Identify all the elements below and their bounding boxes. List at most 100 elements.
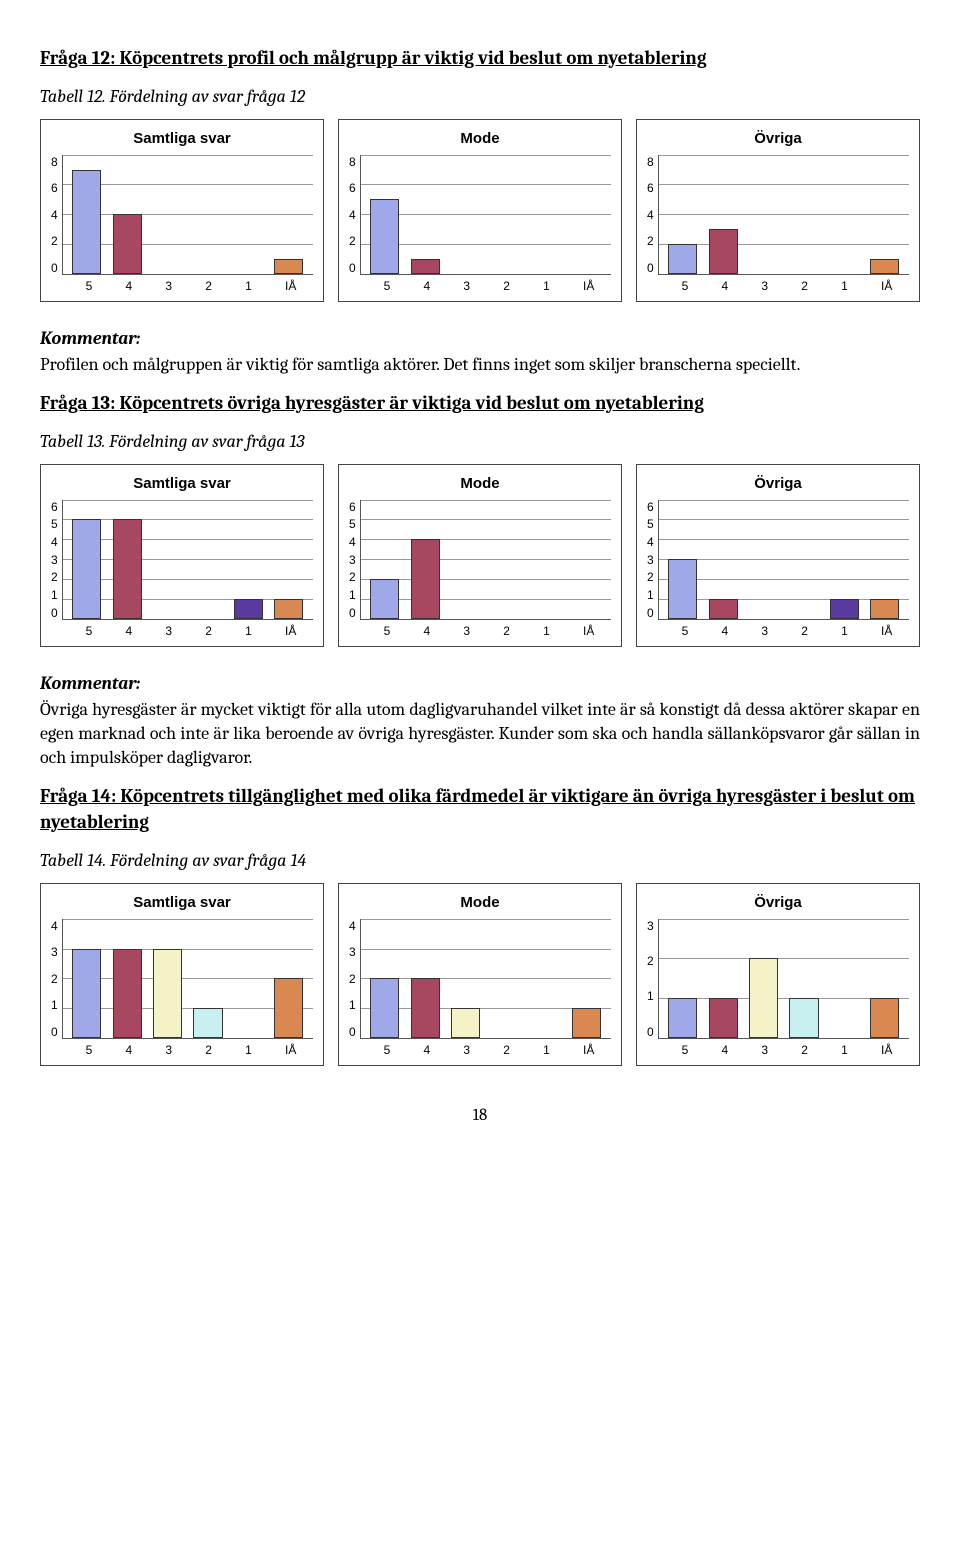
x-axis: 54321IÅ <box>51 1043 313 1057</box>
plot-area <box>62 500 313 620</box>
y-tick-label: 5 <box>51 517 58 531</box>
y-axis: 6543210 <box>647 500 658 620</box>
plot-area <box>658 155 909 275</box>
y-tick-label: 2 <box>51 234 58 248</box>
y-tick-label: 8 <box>51 155 58 169</box>
bar <box>274 599 303 619</box>
chart-14-ovriga: Övriga 3210 54321IÅ <box>636 883 920 1066</box>
y-tick-label: 2 <box>349 972 356 986</box>
x-tick-label: 5 <box>86 624 93 638</box>
charts-row-13: Samtliga svar 6543210 54321IÅ Mode 65432… <box>40 464 920 647</box>
bar <box>113 519 142 618</box>
y-tick-label: 0 <box>349 606 356 620</box>
x-tick-label: IÅ <box>285 1043 296 1057</box>
kommentar-13-text: Övriga hyresgäster är mycket viktigt för… <box>40 698 920 771</box>
x-tick-label: 2 <box>801 1043 808 1057</box>
x-axis: 54321IÅ <box>349 624 611 638</box>
bar <box>153 949 182 1038</box>
x-tick-label: 5 <box>86 279 93 293</box>
x-axis: 5 4 3 2 1 IÅ <box>51 279 313 293</box>
y-tick-label: 4 <box>349 919 356 933</box>
y-tick-label: 1 <box>51 998 58 1012</box>
x-tick-label: 3 <box>463 1043 470 1057</box>
y-tick-label: 3 <box>51 553 58 567</box>
table-13-caption: Tabell 13. Fördelning av svar fråga 13 <box>40 431 920 452</box>
y-tick-label: 0 <box>51 261 58 275</box>
x-tick-label: 4 <box>125 624 132 638</box>
y-axis: 43210 <box>51 919 62 1039</box>
bar <box>113 949 142 1038</box>
bar <box>668 998 697 1038</box>
x-tick-label: 4 <box>125 279 132 293</box>
bar <box>113 214 142 274</box>
y-tick-label: 0 <box>349 1025 356 1039</box>
chart-title: Övriga <box>647 475 909 492</box>
bar <box>709 229 738 274</box>
x-axis: 54321IÅ <box>647 279 909 293</box>
y-tick-label: 3 <box>51 945 58 959</box>
bar <box>274 259 303 274</box>
x-tick-label: 2 <box>801 624 808 638</box>
x-tick-label: IÅ <box>285 279 296 293</box>
question-12-heading: Fråga 12: Köpcentrets profil och målgrup… <box>40 46 920 72</box>
bar <box>709 998 738 1038</box>
bars-container <box>361 155 611 274</box>
x-tick-label: 5 <box>86 1043 93 1057</box>
bar <box>370 978 399 1038</box>
x-tick-label: IÅ <box>881 279 892 293</box>
x-tick-label: 3 <box>761 624 768 638</box>
x-tick-label: 2 <box>205 279 212 293</box>
y-tick-label: 0 <box>647 261 654 275</box>
x-tick-label: 4 <box>423 1043 430 1057</box>
x-tick-label: 4 <box>423 279 430 293</box>
chart-12-ovriga: Övriga 86420 54321IÅ <box>636 119 920 302</box>
x-tick-label: IÅ <box>881 1043 892 1057</box>
bar <box>193 1008 222 1038</box>
y-tick-label: 6 <box>647 500 654 514</box>
bar <box>411 259 440 274</box>
bar <box>234 599 263 619</box>
y-tick-label: 2 <box>647 954 654 968</box>
bar <box>411 978 440 1038</box>
x-tick-label: 2 <box>205 1043 212 1057</box>
y-tick-label: 2 <box>647 570 654 584</box>
x-tick-label: 1 <box>543 279 550 293</box>
y-tick-label: 0 <box>349 261 356 275</box>
bars-container <box>361 919 611 1038</box>
question-13-heading: Fråga 13: Köpcentrets övriga hyresgäster… <box>40 391 920 417</box>
bar <box>411 539 440 618</box>
x-tick-label: 1 <box>543 624 550 638</box>
x-tick-label: 5 <box>682 279 689 293</box>
y-tick-label: 0 <box>51 1025 58 1039</box>
y-tick-label: 0 <box>647 606 654 620</box>
bars-container <box>361 500 611 619</box>
x-tick-label: 1 <box>245 279 252 293</box>
bar <box>709 599 738 619</box>
bar <box>749 958 778 1037</box>
x-axis: 54321IÅ <box>51 624 313 638</box>
y-tick-label: 1 <box>647 989 654 1003</box>
x-tick-label: IÅ <box>881 624 892 638</box>
y-axis: 43210 <box>349 919 360 1039</box>
chart-title: Övriga <box>647 894 909 911</box>
x-tick-label: IÅ <box>583 624 594 638</box>
y-tick-label: 4 <box>647 208 654 222</box>
x-tick-label: 2 <box>503 1043 510 1057</box>
x-tick-label: 2 <box>503 624 510 638</box>
y-tick-label: 3 <box>647 553 654 567</box>
y-tick-label: 5 <box>647 517 654 531</box>
plot-area <box>360 500 611 620</box>
x-axis: 54321IÅ <box>349 279 611 293</box>
chart-13-samtliga: Samtliga svar 6543210 54321IÅ <box>40 464 324 647</box>
x-tick-label: 3 <box>165 279 172 293</box>
x-tick-label: 5 <box>682 624 689 638</box>
x-axis: 54321IÅ <box>349 1043 611 1057</box>
chart-title: Samtliga svar <box>51 130 313 147</box>
y-tick-label: 4 <box>51 535 58 549</box>
x-tick-label: 4 <box>721 624 728 638</box>
x-tick-label: 4 <box>721 279 728 293</box>
x-tick-label: 1 <box>245 624 252 638</box>
y-tick-label: 4 <box>349 208 356 222</box>
x-tick-label: 3 <box>463 279 470 293</box>
kommentar-label: Kommentar: <box>40 673 920 694</box>
